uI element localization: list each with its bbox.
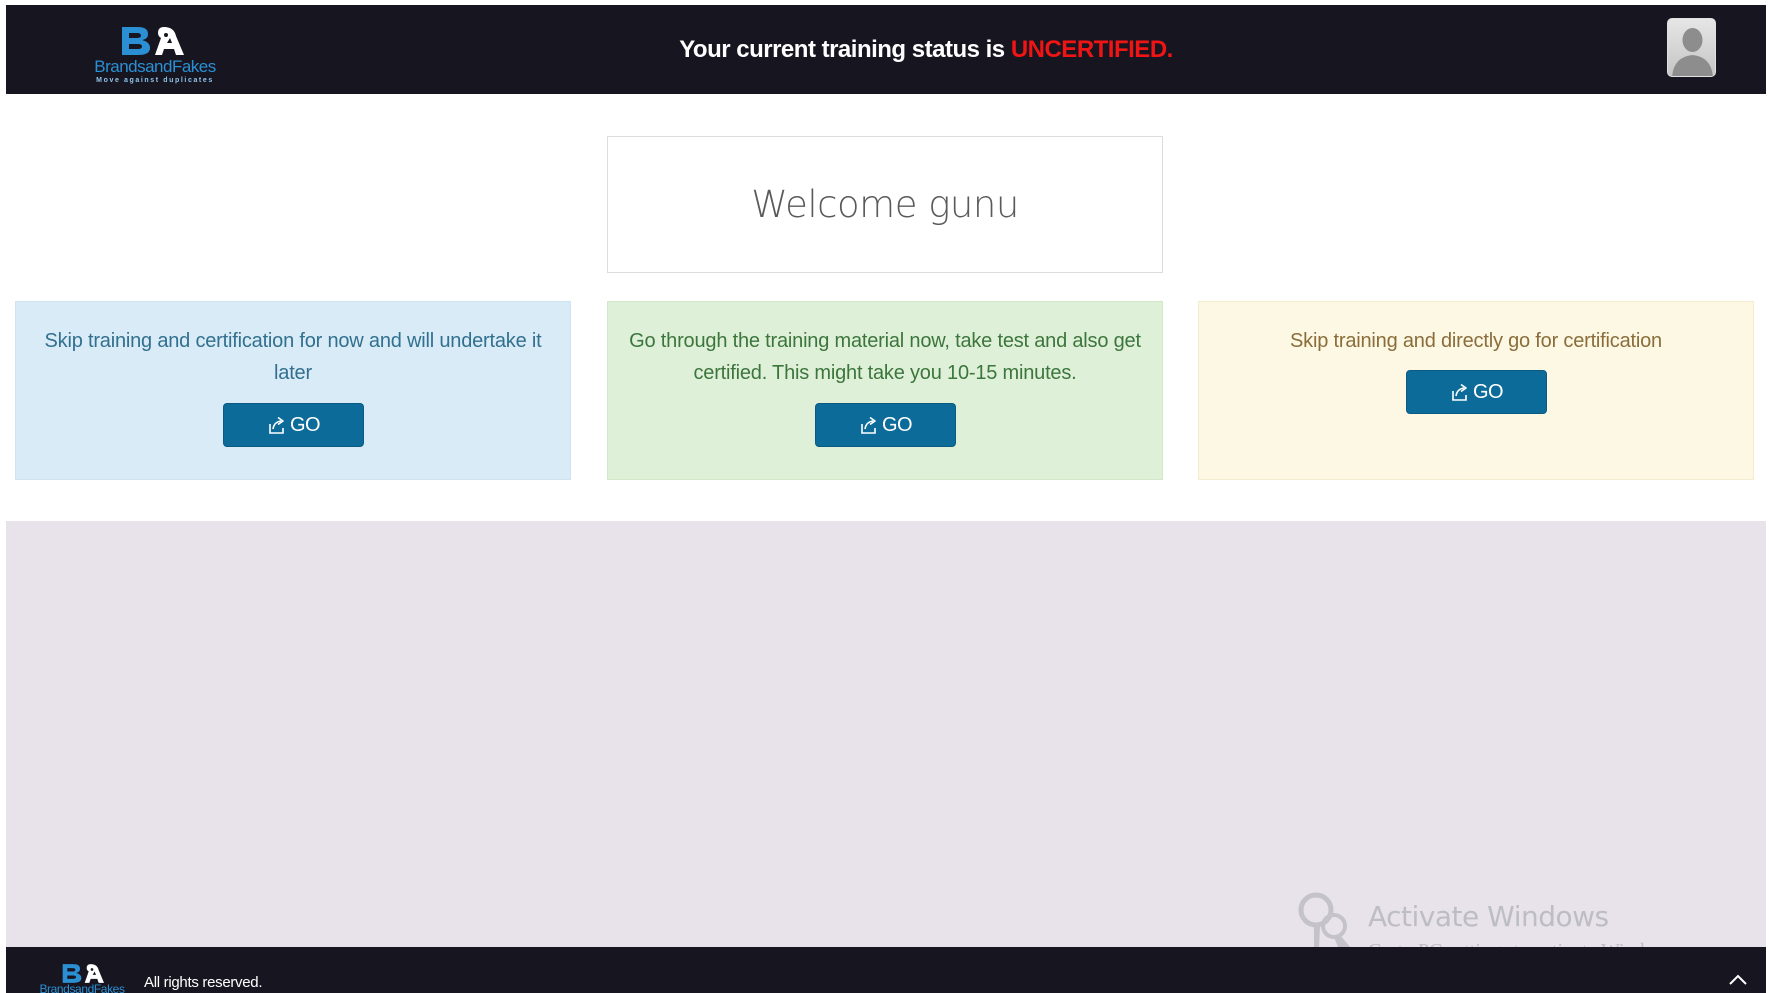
chevron-up-icon[interactable] bbox=[1726, 969, 1750, 989]
status-prefix: Your current training status is bbox=[679, 36, 1011, 63]
go-button-label: GO bbox=[289, 413, 321, 436]
option-card-skip-all: Skip training and certification for now … bbox=[15, 301, 571, 480]
option-description: Go through the training material now, ta… bbox=[629, 330, 1141, 384]
content-background bbox=[6, 521, 1766, 947]
go-button-certification[interactable]: GO bbox=[1405, 370, 1547, 414]
footer-brand-name: BrandsandFakes bbox=[39, 982, 125, 993]
brand-logo[interactable]: BrandsandFakes Move against duplicates bbox=[80, 24, 226, 88]
option-description: Skip training and directly go for certif… bbox=[1290, 330, 1662, 352]
brand-tagline: Move against duplicates bbox=[96, 77, 214, 84]
page-footer: BrandsandFakes All rights reserved. bbox=[6, 947, 1766, 993]
user-avatar[interactable] bbox=[1667, 18, 1716, 77]
welcome-heading: Welcome gunu bbox=[751, 183, 1019, 226]
option-card-certification: Skip training and directly go for certif… bbox=[1198, 301, 1754, 480]
brand-name: BrandsandFakes bbox=[94, 57, 216, 76]
ba-monogram-icon bbox=[122, 27, 184, 55]
share-icon bbox=[861, 416, 876, 434]
footer-logo[interactable]: BrandsandFakes bbox=[32, 962, 132, 993]
option-description: Skip training and certification for now … bbox=[44, 330, 542, 384]
share-icon bbox=[1452, 383, 1467, 401]
option-card-training: Go through the training material now, ta… bbox=[607, 301, 1163, 480]
training-status: Your current training status is UNCERTIF… bbox=[406, 35, 1446, 65]
status-value: UNCERTIFIED. bbox=[1010, 36, 1174, 63]
user-silhouette-icon bbox=[1668, 19, 1715, 76]
go-button-label: GO bbox=[1472, 380, 1504, 403]
copyright-text: All rights reserved. bbox=[144, 974, 263, 991]
welcome-panel: Welcome gunu bbox=[607, 136, 1163, 273]
go-button-training[interactable]: GO bbox=[814, 403, 956, 447]
go-button-label: GO bbox=[881, 413, 913, 436]
share-icon bbox=[269, 416, 284, 434]
watermark-title: Activate Windows bbox=[1368, 900, 1609, 933]
go-button-skip-all[interactable]: GO bbox=[222, 403, 364, 447]
top-header: BrandsandFakes Move against duplicates Y… bbox=[6, 5, 1766, 94]
